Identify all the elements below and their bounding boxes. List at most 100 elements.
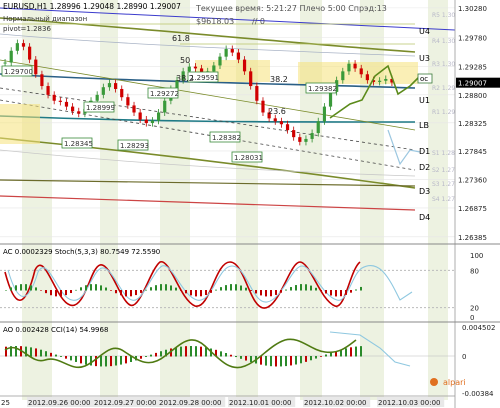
ao-bar xyxy=(145,356,147,357)
ac-bar xyxy=(190,290,192,296)
ac-bar xyxy=(240,285,242,291)
ac-bar xyxy=(245,287,247,291)
price-callout: 1.28382 xyxy=(212,134,241,142)
ac-bar xyxy=(35,287,37,291)
ac-bar xyxy=(210,290,212,293)
candle-body xyxy=(292,130,296,138)
ao-bar xyxy=(240,356,242,359)
price-callout: 1.29700 xyxy=(4,68,33,76)
candle-body xyxy=(9,50,13,63)
ac-bar xyxy=(40,290,42,291)
ao-bar xyxy=(345,348,347,357)
candle-body xyxy=(132,105,136,113)
level-label: D4 xyxy=(419,213,430,222)
candle-body xyxy=(249,71,253,87)
ao-bar xyxy=(185,346,187,357)
candle-body xyxy=(52,94,56,101)
candle-body xyxy=(384,78,388,81)
ao-bar xyxy=(75,356,77,362)
ao-bar xyxy=(100,356,102,367)
price-callout: 1.28999 xyxy=(86,104,115,112)
ac-bar xyxy=(90,284,92,291)
ac-bar xyxy=(310,285,312,291)
candle-body xyxy=(163,100,167,113)
candle-body xyxy=(3,62,7,64)
price-callout: 1.28345 xyxy=(64,140,93,148)
candle-body xyxy=(341,71,345,81)
ao-bar xyxy=(125,356,127,364)
price-tick: 1.27845 xyxy=(458,148,487,156)
candle-body xyxy=(120,88,124,98)
alpari-logo-icon xyxy=(430,378,438,386)
price-callout: 1.29591 xyxy=(190,74,219,82)
candle-body xyxy=(347,63,351,72)
ac-bar xyxy=(160,284,162,291)
ac-bar xyxy=(150,287,152,291)
pivot-label: pivot=1.2836 xyxy=(3,25,51,33)
candle-body xyxy=(126,97,130,106)
ao-bar xyxy=(95,356,97,367)
ao-bar xyxy=(85,356,87,365)
ao-bar xyxy=(205,347,207,357)
ac-bar xyxy=(115,290,117,294)
ao-bar xyxy=(295,356,297,365)
symbol-line: EURUSD,H1 1.28996 1.29048 1.28990 1.2900… xyxy=(3,2,181,11)
candle-body xyxy=(101,87,105,95)
level-label: D1 xyxy=(419,147,430,156)
ac-bar xyxy=(85,285,87,291)
ac-bar xyxy=(75,289,77,291)
candle-body xyxy=(322,106,326,122)
session-band xyxy=(300,0,322,400)
price-callout: 1.29272 xyxy=(150,90,179,98)
time-label: 2012.10.01 00:00 xyxy=(229,399,291,407)
candle-body xyxy=(77,111,81,114)
ao-bar xyxy=(50,352,52,357)
ao-bar xyxy=(60,356,62,357)
time-label: 2012.10.02 00:00 xyxy=(304,399,366,407)
ao-bar xyxy=(225,352,227,357)
ao-bar xyxy=(280,356,282,367)
ao-bar xyxy=(265,356,267,366)
ac-bar xyxy=(50,290,52,296)
ac-bar xyxy=(70,290,72,294)
level-label: D2 xyxy=(419,163,430,172)
chart-window: 1.29700 1.28999 1.29272 1.28345 1.28293 1.295… xyxy=(0,0,500,408)
price-tick: 1.27360 xyxy=(458,176,487,184)
candle-body xyxy=(224,49,228,57)
candle-body xyxy=(46,86,50,95)
price-tick: 1.26385 xyxy=(458,234,487,242)
ac-bar xyxy=(230,284,232,291)
fib-label: 38.2 xyxy=(176,74,194,83)
ac-bar xyxy=(55,290,57,297)
fib-label: 50 xyxy=(180,56,190,65)
candle-body xyxy=(187,66,191,72)
ac-bar xyxy=(355,289,357,291)
ao-bar xyxy=(200,346,202,357)
ac-bar xyxy=(45,290,47,294)
ac-bar xyxy=(120,290,122,296)
candle-body xyxy=(193,66,198,69)
price-callout: 1.29382 xyxy=(308,85,337,93)
price-tick: 1.28325 xyxy=(458,120,487,128)
highlight-zone xyxy=(0,104,40,144)
candle-body xyxy=(212,65,216,72)
ac-bar xyxy=(195,290,197,297)
level-label: U3 xyxy=(419,54,430,63)
price-axis: 1.30280 1.29780 1.29285 1.28800 1.28325 1.278… xyxy=(454,0,500,408)
ao-bar xyxy=(160,351,162,357)
ac-bar xyxy=(165,284,167,291)
ac-bar xyxy=(360,286,362,291)
time-label: 2012.09.28 00:00 xyxy=(159,399,221,407)
time-label: 2012.10.03 00:00 xyxy=(378,399,440,407)
ac-bar xyxy=(105,287,107,291)
price-tick: 1.29285 xyxy=(458,63,487,71)
ac-bar xyxy=(325,290,327,294)
ao-bar xyxy=(195,346,197,357)
ac-bar xyxy=(180,290,182,291)
ac-bar xyxy=(290,287,292,291)
candle-body xyxy=(242,59,247,72)
ao-bar xyxy=(300,356,302,364)
ao-bar xyxy=(140,356,142,359)
chart-canvas: 1.29700 1.28999 1.29272 1.28345 1.28293 1.295… xyxy=(0,0,500,408)
candle-body xyxy=(236,52,241,60)
